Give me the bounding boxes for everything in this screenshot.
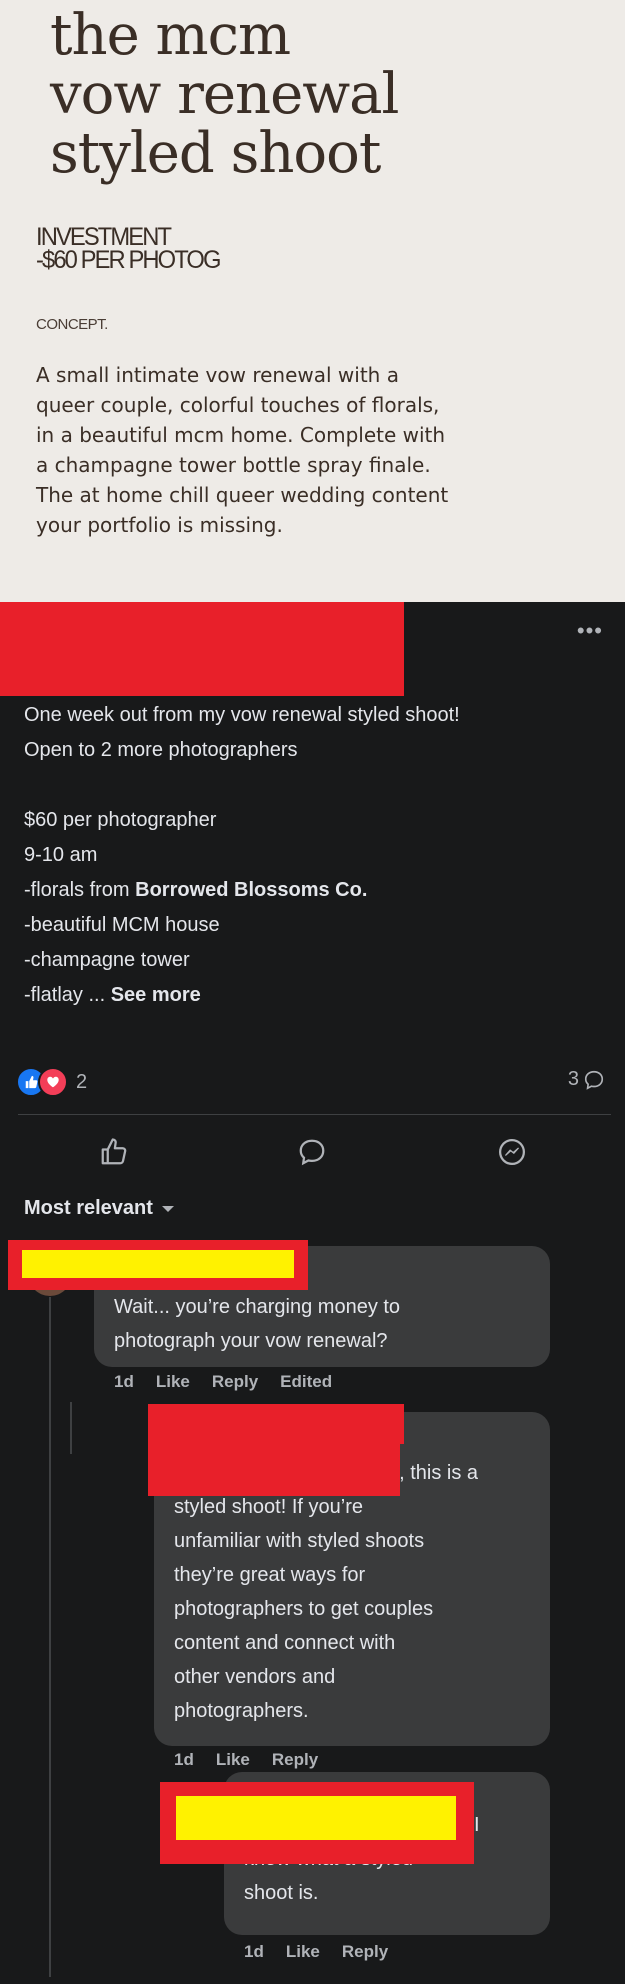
description-line: A small intimate vow renewal with a [36, 363, 399, 387]
post-body: One week out from my vow renewal styled … [24, 698, 609, 1013]
messenger-icon [499, 1139, 525, 1165]
description-line: in a beautiful mcm home. Complete with [36, 423, 446, 447]
post-line: -beautiful MCM house [24, 914, 220, 936]
flyer-title: the mcm vow renewal styled shoot [50, 6, 610, 183]
love-reaction-icon [38, 1067, 68, 1097]
description-line: The at home chill queer wedding content [36, 483, 449, 507]
reply-line: other vendors and [174, 1666, 336, 1688]
investment-price: -$60 PER PHOTOG [36, 246, 221, 274]
flyer-description: A small intimate vow renewal with a quee… [36, 360, 596, 540]
post-line [24, 768, 609, 803]
flyer-image: the mcm vow renewal styled shoot INVESTM… [0, 0, 625, 602]
reply-meta: 1d Like Reply [244, 1942, 388, 1962]
divider [18, 1114, 611, 1115]
reply-time[interactable]: 1d [244, 1942, 264, 1962]
comment-reply-button[interactable]: Reply [212, 1372, 258, 1392]
redacted-author [0, 602, 404, 696]
post-line: -champagne tower [24, 949, 190, 971]
reply-connector [70, 1402, 72, 1454]
post-line-text: -florals from [24, 879, 136, 901]
vendor-link[interactable]: Borrowed Blossoms Co. [135, 879, 367, 901]
like-button[interactable] [94, 1132, 134, 1172]
flyer-title-line: the mcm [50, 3, 291, 68]
reply-like-button[interactable]: Like [216, 1750, 250, 1770]
reply-line: photographers to get couples [174, 1598, 434, 1620]
comment-count-icon [584, 1070, 604, 1090]
comment-text: Wait... you’re charging money to photogr… [114, 1290, 400, 1358]
reply-time[interactable]: 1d [174, 1750, 194, 1770]
comment-meta: 1d Like Reply Edited [114, 1372, 332, 1392]
reply-line: unfamiliar with styled shoots [174, 1530, 425, 1552]
comment-count: 3 [567, 1068, 579, 1090]
reply-like-button[interactable]: Like [286, 1942, 320, 1962]
post-line: 9-10 am [24, 844, 98, 866]
reply-text: hi , this is a styled shoot! If you’re u… [174, 1456, 478, 1728]
description-line: your portfolio is missing. [36, 513, 283, 537]
reply-line: photographers. [174, 1700, 309, 1722]
thumbs-up-icon [101, 1138, 127, 1165]
flyer-title-line: styled shoot [50, 121, 381, 186]
reply-text-part: , this is a [399, 1462, 479, 1484]
description-line: a champagne tower bottle spray finale. [36, 453, 431, 477]
comment-sort-dropdown[interactable]: Most relevant [24, 1197, 175, 1220]
reply-line: shoot is. [244, 1882, 319, 1904]
reply-reply-button[interactable]: Reply [272, 1750, 318, 1770]
post-line: One week out from my vow renewal styled … [24, 704, 460, 726]
description-line: queer couple, colorful touches of floral… [36, 393, 440, 417]
caret-down-icon [161, 1205, 174, 1212]
reply-text-part: I [474, 1814, 480, 1836]
more-options-icon[interactable]: ••• [577, 620, 603, 642]
comment-line: Wait... you’re charging money to [114, 1296, 401, 1318]
post-line-text: -flatlay ... [24, 984, 106, 1006]
comment-count-link[interactable]: 3 [568, 1068, 605, 1091]
post-line: -flatlay ... See more [24, 978, 609, 1013]
post-action-bar [0, 1132, 625, 1172]
post-line: Open to 2 more photographers [24, 739, 298, 761]
flyer-investment: INVESTMENT -$60 PER PHOTOG [36, 225, 221, 274]
redacted-replier-name [176, 1796, 456, 1840]
comment-button[interactable] [292, 1132, 332, 1172]
comment-time[interactable]: 1d [114, 1372, 134, 1392]
reply-reply-button[interactable]: Reply [342, 1942, 388, 1962]
comment-like-button[interactable]: Like [156, 1372, 190, 1392]
comment-line: photograph your vow renewal? [114, 1330, 388, 1352]
reaction-count: 2 [76, 1070, 88, 1093]
sort-label: Most relevant [24, 1197, 153, 1219]
flyer-title-line: vow renewal [50, 62, 399, 127]
see-more-link[interactable]: See more [111, 984, 201, 1006]
reply-line: they’re great ways for [174, 1564, 366, 1586]
comment-icon [299, 1139, 325, 1166]
thread-line [49, 1297, 51, 1977]
post-line: $60 per photographer [24, 809, 217, 831]
post-line: -florals from Borrowed Blossoms Co. [24, 873, 609, 908]
reply-line: content and connect with [174, 1632, 396, 1654]
redacted-replier-extra [326, 1404, 404, 1444]
redacted-commenter-name [22, 1250, 294, 1278]
concept-label: CONCEPT. [36, 316, 108, 333]
messenger-share-button[interactable] [492, 1132, 532, 1172]
comment-edited-label[interactable]: Edited [280, 1372, 332, 1392]
reply-meta: 1d Like Reply [174, 1750, 318, 1770]
facebook-post: ••• One week out from my vow renewal sty… [0, 602, 625, 1984]
reactions-summary[interactable]: 2 [16, 1067, 88, 1097]
